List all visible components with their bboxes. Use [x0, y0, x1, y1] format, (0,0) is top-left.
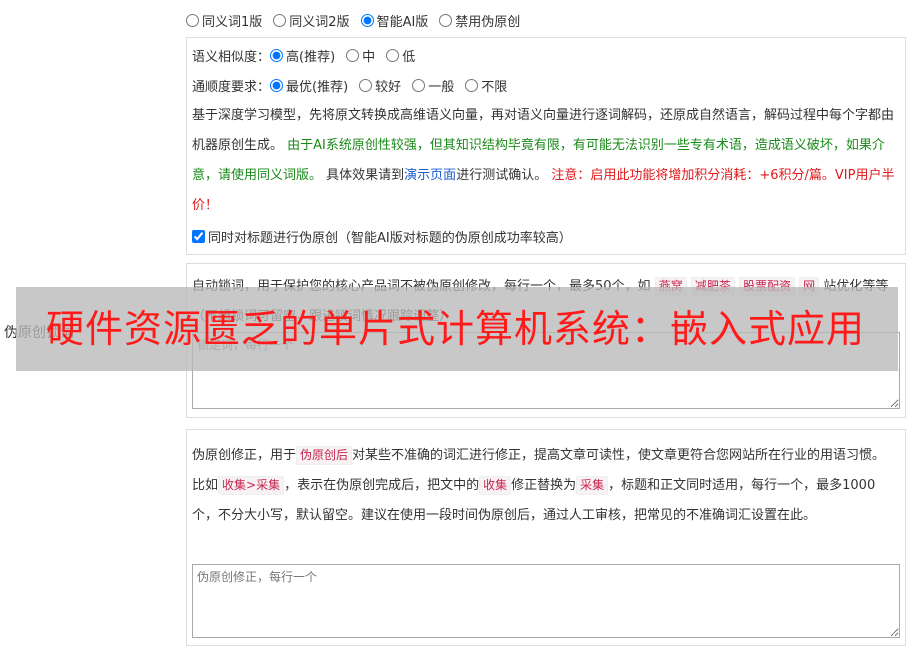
correction-description: 伪原创修正，用于 伪原创后 对某些不准确的词汇进行修正，提高文章可读性，使文章更符合… [192, 441, 898, 531]
correction-text: ，表示在伪原创完成后，把文中的 [284, 478, 480, 493]
mode-option-synonym2[interactable]: 同义词2版 [273, 11, 350, 30]
correction-text: 修正替换为 [511, 478, 577, 493]
fluency-option-normal[interactable]: 一般 [412, 76, 454, 95]
similarity-label: 语义相似度： [192, 49, 271, 65]
mode-radio-synonym2[interactable] [273, 13, 287, 27]
similarity-option-label: 高(推荐) [286, 49, 336, 65]
description-text: 进行测试确认。 [456, 168, 548, 183]
example-tag: 采集 [576, 476, 609, 495]
fluency-label: 通顺度要求： [192, 79, 271, 95]
fluency-option-good[interactable]: 较好 [359, 76, 401, 95]
similarity-radio-mid[interactable] [346, 48, 360, 62]
similarity-row: 语义相似度： 高(推荐) 中 低 [192, 45, 426, 65]
title-rewrite-checkbox[interactable] [192, 229, 205, 243]
fluency-row: 通顺度要求： 最优(推荐) 较好 一般 不限 [192, 75, 518, 95]
example-tag: 伪原创后 [296, 446, 353, 465]
fluency-option-label: 不限 [481, 79, 508, 95]
description-text: 具体效果请到 [326, 168, 405, 183]
mode-label: 同义词2版 [289, 14, 350, 30]
similarity-option-low[interactable]: 低 [386, 46, 415, 65]
fluency-radio-unlimited[interactable] [465, 78, 479, 92]
mode-radio-disable[interactable] [439, 13, 453, 27]
correction-input[interactable] [192, 564, 900, 638]
mode-radio-synonym1[interactable] [186, 13, 199, 27]
mode-label: 同义词1版 [202, 14, 263, 30]
fluency-radio-good[interactable] [359, 78, 373, 92]
fluency-option-label: 较好 [375, 79, 402, 95]
ai-description: 基于深度学习模型，先将原文转换成高维语义向量，再对语义向量进行逐词解码，还原成自… [192, 101, 898, 221]
mode-option-synonym1[interactable]: 同义词1版 [186, 11, 262, 30]
fluency-option-best[interactable]: 最优(推荐) [270, 76, 348, 95]
fluency-option-unlimited[interactable]: 不限 [465, 76, 507, 95]
similarity-option-label: 低 [402, 49, 416, 65]
title-rewrite-option[interactable]: 同时对标题进行伪原创（智能AI版对标题的伪原创成功率较高） [192, 226, 572, 246]
correction-text: 伪原创修正，用于 [192, 448, 297, 463]
fluency-option-label: 最优(推荐) [286, 79, 349, 95]
mode-option-ai[interactable]: 智能AI版 [360, 11, 429, 30]
similarity-option-mid[interactable]: 中 [346, 46, 375, 65]
similarity-option-high[interactable]: 高(推荐) [270, 46, 335, 65]
similarity-option-label: 中 [362, 49, 376, 65]
fluency-option-label: 一般 [428, 79, 455, 95]
mode-radio-ai[interactable] [360, 13, 374, 27]
mode-radio-group: 同义词1版 同义词2版 智能AI版 禁用伪原创 [186, 10, 531, 30]
mode-label: 禁用伪原创 [455, 14, 521, 30]
mode-label: 智能AI版 [376, 14, 429, 30]
fluency-radio-normal[interactable] [412, 78, 426, 92]
overlay-title: 硬件资源匮乏的单片式计算机系统：嵌入式应用 [45, 307, 865, 351]
title-rewrite-label: 同时对标题进行伪原创（智能AI版对标题的伪原创成功率较高） [208, 230, 572, 246]
mode-option-disable[interactable]: 禁用伪原创 [439, 11, 520, 30]
similarity-radio-low[interactable] [386, 48, 400, 62]
demo-page-link[interactable]: 演示页面 [404, 168, 456, 183]
example-tag: 收集>采集 [218, 476, 285, 495]
similarity-radio-high[interactable] [270, 48, 284, 62]
fluency-radio-best[interactable] [270, 78, 284, 92]
example-tag: 收集 [479, 476, 512, 495]
